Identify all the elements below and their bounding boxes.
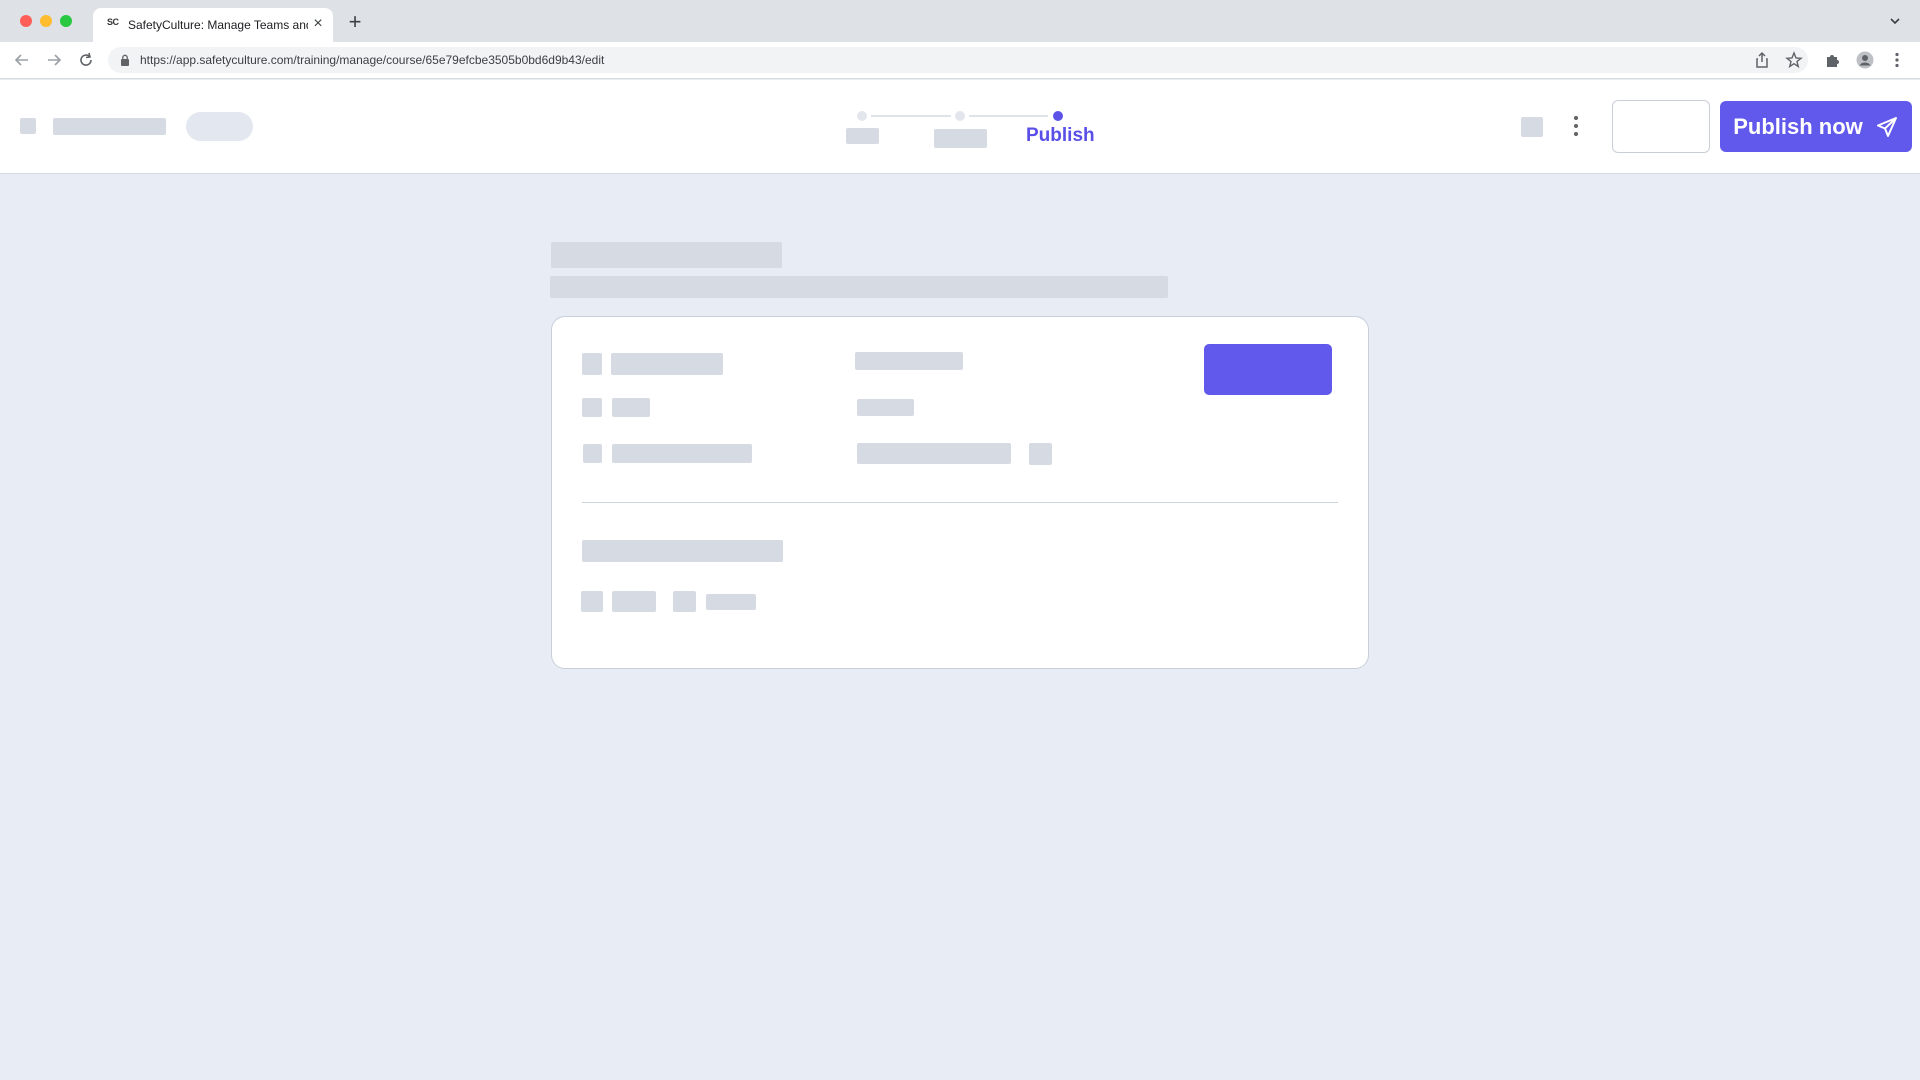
address-bar[interactable]: https://app.safetyculture.com/training/m… (108, 47, 1808, 73)
row-3-icon-placeholder (583, 444, 602, 463)
send-icon (1876, 116, 1897, 137)
row-1-value-placeholder (855, 352, 963, 370)
window-close-control[interactable] (20, 15, 32, 27)
tab-list-icon[interactable] (1888, 14, 1902, 28)
tab-title: SafetyCulture: Manage Teams and ... (128, 18, 308, 32)
step-3-dot (1053, 111, 1063, 121)
browser-tab[interactable]: SC SafetyCulture: Manage Teams and ... × (93, 8, 333, 42)
chrome-menu-icon[interactable] (1888, 51, 1906, 69)
section-heading-placeholder (582, 540, 783, 562)
status-badge-placeholder (186, 112, 253, 141)
row-1-icon-placeholder (582, 353, 602, 375)
step-1-dot (857, 111, 867, 121)
forward-icon[interactable] (44, 50, 64, 70)
browser-toolbar: https://app.safetyculture.com/training/m… (0, 42, 1920, 79)
new-tab-icon[interactable]: + (345, 11, 365, 33)
step-2-label-placeholder[interactable] (934, 129, 987, 148)
window-minimize-control[interactable] (40, 15, 52, 27)
more-vertical-icon[interactable] (1568, 114, 1584, 138)
extensions-icon[interactable] (1824, 51, 1842, 69)
url-text: https://app.safetyculture.com/training/m… (140, 53, 605, 67)
meta-2-icon-placeholder (673, 591, 696, 612)
page-title-placeholder (551, 242, 782, 268)
icon-placeholder[interactable] (1521, 117, 1543, 137)
share-icon[interactable] (1753, 51, 1771, 69)
close-icon[interactable]: × (309, 15, 327, 33)
safetyculture-favicon-icon: SC (107, 17, 119, 27)
row-1-label-placeholder (611, 353, 723, 375)
secondary-button-placeholder[interactable] (1612, 100, 1710, 153)
step-connector-1 (871, 115, 951, 117)
course-title-placeholder (53, 118, 166, 135)
step-2-dot (955, 111, 965, 121)
card-action-button[interactable] (1204, 344, 1332, 395)
step-1-label-placeholder[interactable] (846, 128, 879, 144)
publish-now-label: Publish now (1733, 113, 1863, 139)
browser-tab-bar: SC SafetyCulture: Manage Teams and ... ×… (0, 0, 1920, 42)
page-subtitle-placeholder (550, 276, 1168, 298)
lock-icon (121, 54, 129, 66)
meta-2-label-placeholder (706, 594, 756, 610)
row-3-label-placeholder (612, 444, 752, 463)
step-connector-2 (969, 115, 1048, 117)
row-3-icon-button-placeholder[interactable] (1029, 443, 1052, 465)
row-3-value-placeholder (857, 443, 1011, 464)
star-icon[interactable] (1785, 51, 1803, 69)
window-maximize-control[interactable] (60, 15, 72, 27)
back-icon[interactable] (12, 50, 32, 70)
card-divider (582, 502, 1338, 503)
row-2-icon-placeholder (582, 398, 602, 417)
profile-icon[interactable] (1856, 51, 1874, 69)
publish-now-button[interactable]: Publish now (1720, 101, 1912, 152)
meta-1-label-placeholder (612, 591, 656, 612)
step-3-label[interactable]: Publish (1026, 125, 1095, 147)
reload-icon[interactable] (76, 50, 96, 70)
back-icon-placeholder[interactable] (20, 118, 36, 134)
row-2-label-placeholder (612, 398, 650, 417)
row-2-value-placeholder (857, 399, 914, 416)
meta-1-icon-placeholder (581, 591, 603, 612)
